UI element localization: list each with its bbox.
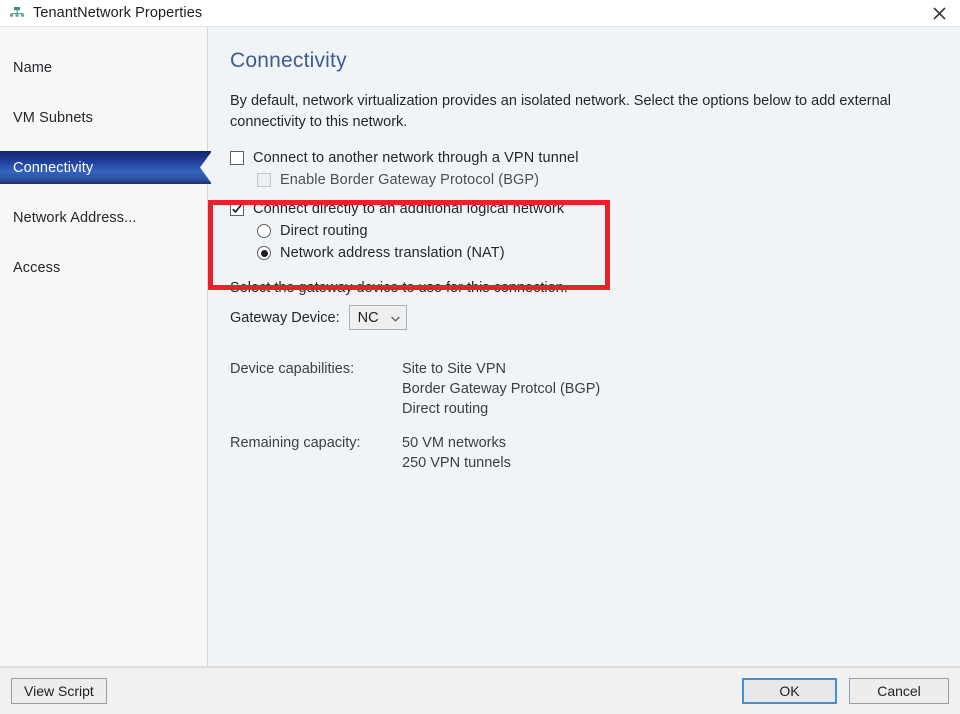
checkbox-logical-network[interactable] bbox=[230, 202, 244, 216]
info-value-line: Direct routing bbox=[402, 401, 489, 417]
info-value-line: Border Gateway Protcol (BGP) bbox=[402, 381, 601, 397]
gateway-device-select[interactable]: NC bbox=[348, 305, 407, 330]
page-title: Connectivity bbox=[230, 49, 347, 72]
cancel-button[interactable]: Cancel bbox=[849, 678, 949, 704]
network-properties-icon bbox=[8, 4, 26, 22]
titlebar: TenantNetwork Properties bbox=[0, 0, 960, 27]
info-key: Remaining capacity: bbox=[230, 435, 361, 451]
checkbox-label-bgp: Enable Border Gateway Protocol (BGP) bbox=[280, 172, 540, 188]
radio-nat[interactable] bbox=[257, 246, 271, 260]
info-values: Site to Site VPN Border Gateway Protcol … bbox=[402, 359, 600, 419]
gateway-device-row: Gateway Device: NC bbox=[230, 305, 936, 330]
view-script-button[interactable]: View Script bbox=[11, 678, 107, 704]
sidebar-item-connectivity[interactable]: Connectivity bbox=[0, 151, 212, 184]
device-info-table: Device capabilities: Site to Site VPN Bo… bbox=[230, 359, 936, 473]
dialog-footer: View Script OK Cancel bbox=[0, 667, 960, 714]
checkbox-row-bgp: Enable Border Gateway Protocol (BGP) bbox=[257, 172, 936, 188]
radio-row-direct-routing[interactable]: Direct routing bbox=[257, 223, 936, 239]
info-value-line: 250 VPN tunnels bbox=[402, 455, 511, 471]
radio-label-direct-routing: Direct routing bbox=[280, 223, 368, 239]
checkbox-bgp bbox=[257, 173, 271, 187]
checkbox-vpn-tunnel[interactable] bbox=[230, 151, 244, 165]
content-panel: Connectivity By default, network virtual… bbox=[208, 27, 960, 666]
checkbox-label-logical-network: Connect directly to an additional logica… bbox=[253, 201, 565, 217]
window-title: TenantNetwork Properties bbox=[33, 5, 203, 21]
selection-arrow-icon bbox=[195, 151, 212, 184]
radio-direct-routing[interactable] bbox=[257, 224, 271, 238]
checkbox-row-vpn-tunnel[interactable]: Connect to another network through a VPN… bbox=[230, 150, 936, 166]
dialog-body: Name VM Subnets Connectivity Network Add… bbox=[0, 27, 960, 667]
sidebar-item-label: Network Address... bbox=[13, 209, 137, 226]
sidebar-item-network-address[interactable]: Network Address... bbox=[0, 201, 207, 234]
checkbox-row-logical-network[interactable]: Connect directly to an additional logica… bbox=[230, 201, 936, 217]
info-row-remaining-capacity: Remaining capacity: 50 VM networks 250 V… bbox=[230, 433, 936, 473]
properties-dialog: TenantNetwork Properties Name VM Subnets… bbox=[0, 0, 960, 714]
radio-row-nat[interactable]: Network address translation (NAT) bbox=[257, 245, 936, 261]
info-value-line: Site to Site VPN bbox=[402, 361, 506, 377]
checkbox-label-vpn-tunnel: Connect to another network through a VPN… bbox=[253, 150, 579, 166]
close-button[interactable] bbox=[918, 0, 960, 26]
ok-button[interactable]: OK bbox=[742, 678, 837, 704]
sidebar-item-label: Access bbox=[13, 259, 61, 276]
checkmark-icon bbox=[231, 203, 243, 215]
gateway-device-value: NC bbox=[357, 309, 379, 326]
gateway-device-label: Gateway Device: bbox=[230, 309, 340, 326]
gateway-caption: Select the gateway device to use for thi… bbox=[230, 280, 568, 296]
sidebar-item-label: Connectivity bbox=[13, 159, 94, 176]
sidebar-item-label: VM Subnets bbox=[13, 109, 93, 126]
sidebar-item-label: Name bbox=[13, 59, 53, 76]
sidebar-item-vm-subnets[interactable]: VM Subnets bbox=[0, 101, 207, 134]
intro-text: By default, network virtualization provi… bbox=[230, 93, 891, 130]
sidebar: Name VM Subnets Connectivity Network Add… bbox=[0, 27, 212, 666]
info-key: Device capabilities: bbox=[230, 361, 355, 377]
chevron-down-icon bbox=[390, 310, 400, 326]
sidebar-item-name[interactable]: Name bbox=[0, 51, 207, 84]
info-value-line: 50 VM networks bbox=[402, 435, 506, 451]
radio-label-nat: Network address translation (NAT) bbox=[280, 245, 505, 261]
close-icon bbox=[932, 6, 946, 20]
radio-dot-icon bbox=[260, 249, 268, 257]
info-row-device-capabilities: Device capabilities: Site to Site VPN Bo… bbox=[230, 359, 936, 419]
sidebar-item-access[interactable]: Access bbox=[0, 251, 207, 284]
info-values: 50 VM networks 250 VPN tunnels bbox=[402, 433, 511, 473]
